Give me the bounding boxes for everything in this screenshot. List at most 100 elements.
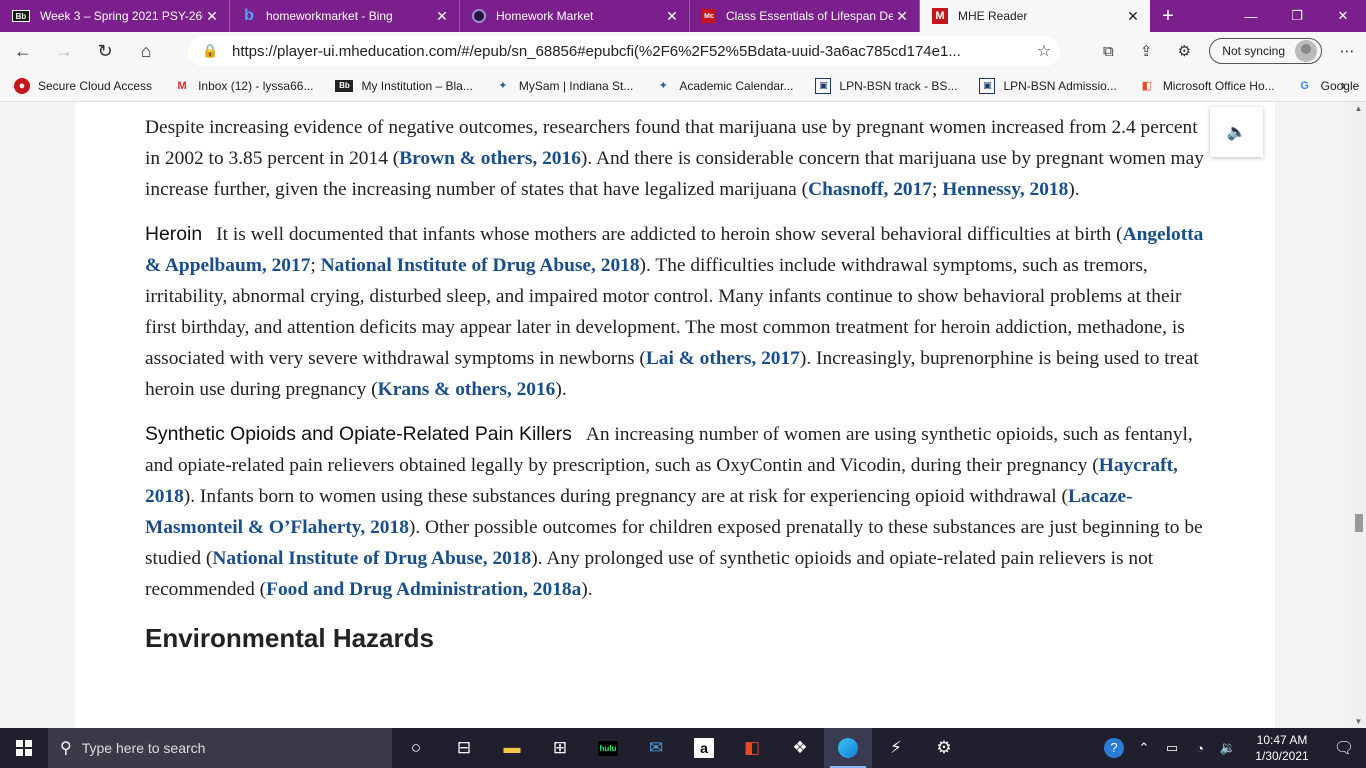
bookmark-icon: ▣	[979, 77, 996, 94]
favorite-inbox[interactable]: M Inbox (12) - lyssa66...	[174, 78, 313, 94]
chevron-right-icon[interactable]: ›	[1341, 77, 1346, 95]
office-icon[interactable]: ◧	[728, 728, 776, 768]
gmail-icon: M	[177, 79, 187, 92]
collections-icon[interactable]: ⧉	[1089, 43, 1127, 60]
paragraph-heading: Synthetic Opioids and Opiate-Related Pai…	[145, 423, 572, 445]
home-button[interactable]: ⌂	[128, 35, 164, 67]
citation-link[interactable]: Krans & others, 2016	[378, 379, 556, 400]
favorite-microsoft-office[interactable]: ◧ Microsoft Office Ho...	[1139, 78, 1275, 94]
refresh-button[interactable]: ↻	[87, 35, 123, 67]
store-icon[interactable]: ⊞	[536, 728, 584, 768]
tab-title: homeworkmarket - Bing	[266, 9, 393, 23]
close-icon[interactable]: ✕	[663, 8, 681, 25]
battery-icon[interactable]: ▭	[1158, 740, 1186, 756]
more-options-icon[interactable]: ⋯	[1328, 42, 1366, 60]
wifi-icon[interactable]: ◔	[1186, 741, 1214, 756]
volume-icon[interactable]: 🔉	[1214, 740, 1242, 756]
lock-icon[interactable]: 🔒	[202, 43, 220, 59]
mhe-icon: M	[932, 8, 948, 24]
forward-button[interactable]: →	[46, 35, 82, 67]
close-icon[interactable]: ✕	[433, 8, 451, 25]
close-icon[interactable]: ✕	[1124, 8, 1142, 25]
share-icon[interactable]: ⇪	[1127, 42, 1165, 60]
close-icon[interactable]: ✕	[893, 8, 911, 25]
new-tab-button[interactable]: +	[1150, 0, 1186, 32]
address-bar[interactable]: 🔒 https://player-ui.mheducation.com/#/ep…	[188, 36, 1060, 66]
add-favorite-icon[interactable]: ☆	[1028, 41, 1060, 61]
star-icon: ✦	[658, 80, 668, 92]
task-view-icon[interactable]: ⊟	[440, 728, 488, 768]
close-window-icon[interactable]: ✕	[1320, 0, 1366, 32]
notification-icon[interactable]: 🗨	[1322, 738, 1366, 758]
favorite-google[interactable]: G Google	[1297, 78, 1359, 94]
hulu-icon[interactable]: hulu	[584, 728, 632, 768]
refresh-icon: ↻	[97, 40, 113, 61]
citation-link[interactable]: Brown & others, 2016	[399, 148, 581, 169]
dropbox-icon[interactable]: ❖	[776, 728, 824, 768]
tab-bing[interactable]: b homeworkmarket - Bing ✕	[230, 0, 460, 32]
close-icon[interactable]: ✕	[203, 8, 221, 25]
file-explorer-icon[interactable]: ▬	[488, 728, 536, 768]
citation-link[interactable]: National Institute of Drug Abuse, 2018	[321, 255, 640, 276]
favorite-label: Inbox (12) - lyssa66...	[198, 78, 314, 93]
star-icon: ✦	[498, 80, 508, 92]
tab-homework-market[interactable]: Homework Market ✕	[460, 0, 690, 32]
edge-icon[interactable]	[824, 728, 872, 768]
mail-icon[interactable]: ✉	[632, 728, 680, 768]
mcgraw-hill-icon: Mc	[702, 9, 716, 23]
tab-week3[interactable]: Bb Week 3 – Spring 2021 PSY-266 ✕	[0, 0, 230, 32]
clock-time: 10:47 AM	[1256, 733, 1308, 747]
help-icon[interactable]: ?	[1104, 738, 1124, 758]
favorite-lpn-bsn-track[interactable]: ▣ LPN-BSN track - BS...	[815, 77, 958, 94]
read-aloud-button[interactable]: 🔈	[1210, 107, 1263, 157]
scroll-up-icon[interactable]: ▲	[1351, 104, 1366, 113]
favorite-label: Academic Calendar...	[679, 78, 794, 93]
citation-link[interactable]: National Institute of Drug Abuse, 2018	[212, 548, 531, 569]
windows-taskbar: ⚲ Type here to search ○ ⊟ ▬ ⊞ hulu ✉ a ◧…	[0, 728, 1366, 768]
home-icon: ⌂	[140, 40, 152, 61]
favorite-secure-cloud[interactable]: ● Secure Cloud Access	[14, 77, 152, 94]
bookmark-icon: ▣	[815, 77, 832, 94]
page-scrollbar[interactable]: ▲ ▼	[1351, 102, 1366, 728]
minimize-icon[interactable]: —	[1228, 0, 1274, 32]
blackboard-icon: Bb	[335, 79, 354, 92]
amazon-icon[interactable]: a	[680, 728, 728, 768]
restore-icon[interactable]: ❐	[1274, 0, 1320, 32]
scrollbar-thumb[interactable]	[1355, 514, 1363, 532]
back-button[interactable]: ←	[5, 35, 41, 67]
favorite-label: MySam | Indiana St...	[518, 78, 634, 93]
settings-icon[interactable]: ⚙	[920, 728, 968, 768]
favorite-label: LPN-BSN Admissio...	[1003, 78, 1117, 93]
tab-mhe-reader[interactable]: M MHE Reader ✕	[920, 0, 1150, 32]
favorite-label: My Institution – Bla...	[361, 78, 473, 93]
taskbar-search[interactable]: ⚲ Type here to search	[48, 728, 392, 768]
scroll-down-icon[interactable]: ▼	[1351, 717, 1366, 726]
start-button[interactable]	[0, 728, 48, 768]
plus-icon: +	[1162, 4, 1174, 27]
tab-class-essentials[interactable]: Mc Class Essentials of Lifespan Dev ✕	[690, 0, 920, 32]
favorite-my-institution[interactable]: Bb My Institution – Bla...	[335, 78, 473, 93]
blackboard-icon: Bb	[12, 10, 30, 22]
paragraph-marijuana: Despite increasing evidence of negative …	[145, 117, 1204, 200]
clock[interactable]: 10:47 AM 1/30/2021	[1242, 732, 1322, 764]
favorite-mysam[interactable]: ✦ MySam | Indiana St...	[495, 78, 634, 94]
cortana-icon[interactable]: ○	[392, 728, 440, 768]
citation-link[interactable]: Hennessy, 2018	[942, 179, 1068, 200]
profile-sync-button[interactable]: Not syncing	[1209, 38, 1322, 64]
chevron-up-icon[interactable]: ⌃	[1130, 740, 1158, 756]
extensions-icon[interactable]: ⚙	[1165, 42, 1203, 60]
tab-title: Class Essentials of Lifespan Dev	[726, 9, 893, 23]
tab-title: Week 3 – Spring 2021 PSY-266	[40, 9, 203, 23]
citation-link[interactable]: Food and Drug Administration, 2018a	[266, 579, 581, 600]
favorite-label: Microsoft Office Ho...	[1162, 78, 1275, 93]
browser-toolbar: ← → ↻ ⌂ 🔒 https://player-ui.mheducation.…	[0, 32, 1366, 70]
section-title: Environmental Hazards	[145, 623, 434, 653]
favorite-lpn-bsn-admission[interactable]: ▣ LPN-BSN Admissio...	[979, 77, 1117, 94]
favorite-label: LPN-BSN track - BS...	[839, 78, 958, 93]
citation-link[interactable]: Lai & others, 2017	[646, 348, 800, 369]
favorite-academic-calendar[interactable]: ✦ Academic Calendar...	[655, 78, 794, 94]
url-text[interactable]: https://player-ui.mheducation.com/#/epub…	[232, 43, 1028, 60]
toolbar-right: ⧉ ⇪ ⚙ Not syncing ⋯	[1089, 32, 1366, 70]
citation-link[interactable]: Chasnoff, 2017	[808, 179, 932, 200]
lightning-app-icon[interactable]: ⚡	[872, 728, 920, 768]
